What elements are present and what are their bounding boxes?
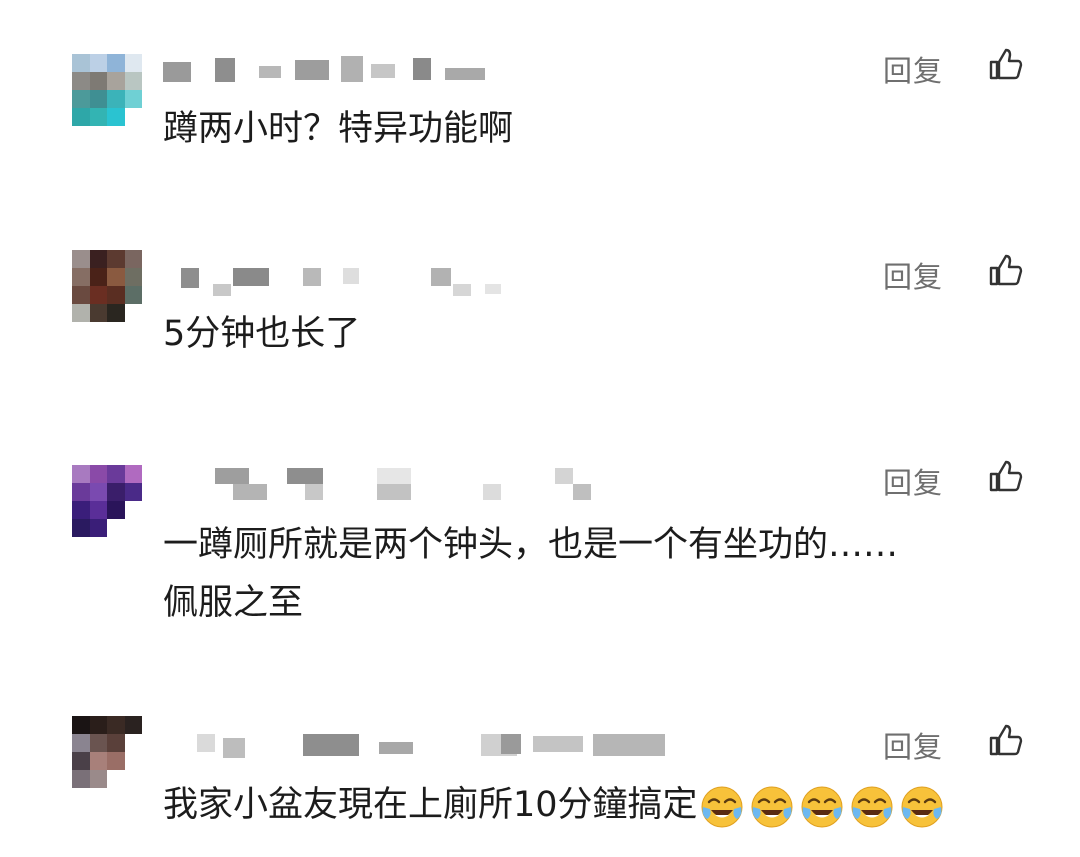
reply-button[interactable]: 回复: [883, 48, 943, 90]
reply-button[interactable]: 回复: [883, 254, 943, 296]
thumbs-up-icon[interactable]: [988, 46, 1024, 82]
laughing-crying-emoji: [751, 786, 793, 828]
comment-text: 5分钟也长了: [163, 314, 361, 354]
comment-text-content: 我家小盆友現在上廁所10分鐘搞定: [163, 785, 698, 825]
comment-text: 蹲两小时？特异功能啊: [163, 109, 514, 149]
comment-text: 一蹲厕所就是两个钟头，也是一个有坐功的…… 佩服之至: [163, 525, 899, 623]
avatar[interactable]: [72, 465, 142, 537]
thumbs-up-icon[interactable]: [988, 252, 1024, 288]
username-blurred[interactable]: [163, 50, 603, 84]
laughing-crying-emoji: [851, 786, 893, 828]
emoji-row: [700, 777, 950, 835]
username-blurred[interactable]: [163, 466, 603, 500]
thumbs-up-icon[interactable]: [988, 458, 1024, 494]
laughing-crying-emoji: [901, 786, 943, 828]
reply-button[interactable]: 回复: [883, 724, 943, 766]
username-blurred[interactable]: [163, 730, 665, 764]
laughing-crying-emoji: [801, 786, 843, 828]
thumbs-up-icon[interactable]: [988, 722, 1024, 758]
avatar[interactable]: [72, 716, 142, 788]
avatar[interactable]: [72, 250, 142, 322]
comment-text: 我家小盆友現在上廁所10分鐘搞定: [163, 776, 1063, 835]
laughing-crying-emoji: [701, 786, 743, 828]
avatar[interactable]: [72, 54, 142, 126]
reply-button[interactable]: 回复: [883, 460, 943, 502]
username-blurred[interactable]: [163, 262, 603, 296]
